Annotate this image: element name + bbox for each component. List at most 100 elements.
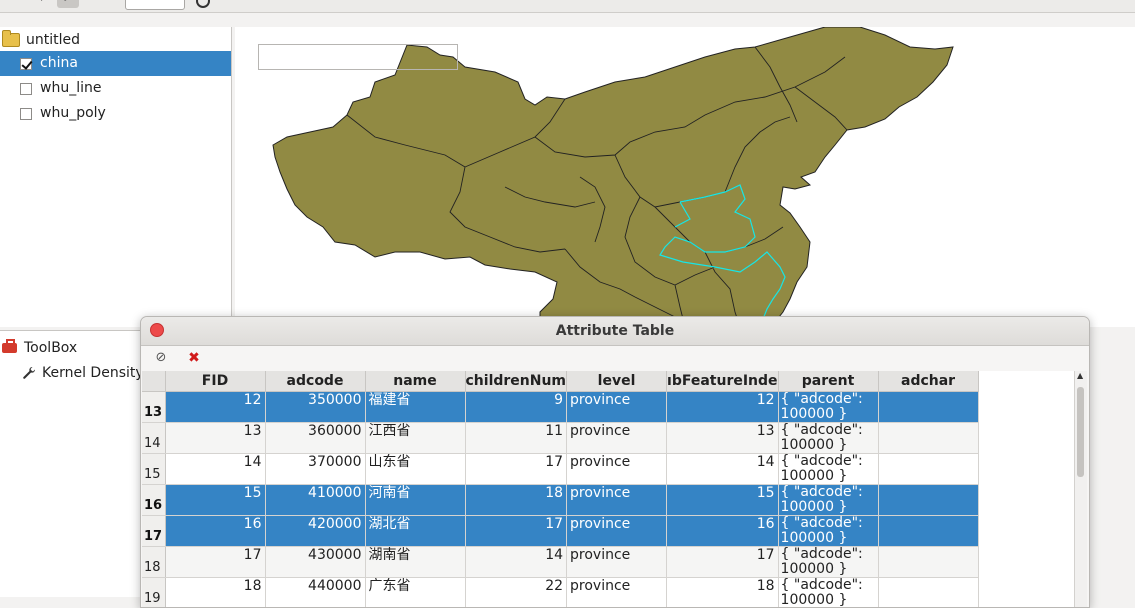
- row-header[interactable]: 15: [142, 453, 166, 485]
- pan-tool-icon[interactable]: ➤: [57, 0, 79, 8]
- refresh-icon[interactable]: [196, 0, 210, 8]
- cell-parent[interactable]: { "adcode": 100000 }: [778, 422, 879, 454]
- cell-adcode[interactable]: 420000: [265, 515, 366, 547]
- cell-level[interactable]: province: [566, 453, 668, 485]
- table-row[interactable]: 15 14 370000 山东省 17 province 14 { "adcod…: [142, 453, 979, 485]
- cell-adchar[interactable]: [878, 453, 979, 485]
- cell-adcode[interactable]: 440000: [265, 577, 366, 607]
- clear-selection-icon[interactable]: ⊘: [151, 348, 171, 368]
- cell-childrennum[interactable]: 11: [465, 422, 568, 454]
- scale-input[interactable]: [125, 0, 185, 10]
- cell-name[interactable]: 河南省: [365, 484, 466, 516]
- column-header-name[interactable]: name: [365, 371, 466, 392]
- cell-name[interactable]: 福建省: [365, 391, 466, 423]
- cell-subfeatureindex[interactable]: 14: [666, 453, 779, 485]
- close-window-button[interactable]: [150, 323, 164, 337]
- cell-fid[interactable]: 17: [165, 546, 266, 578]
- cell-adchar[interactable]: [878, 546, 979, 578]
- cell-adchar[interactable]: [878, 515, 979, 547]
- cell-fid[interactable]: 15: [165, 484, 266, 516]
- cell-level[interactable]: province: [566, 515, 668, 547]
- column-header-level[interactable]: level: [566, 371, 668, 392]
- cell-subfeatureindex[interactable]: 15: [666, 484, 779, 516]
- cell-subfeatureindex[interactable]: 12: [666, 391, 779, 423]
- scrollbar-thumb[interactable]: [1077, 387, 1084, 477]
- cell-fid[interactable]: 16: [165, 515, 266, 547]
- column-header-subfeatureindex[interactable]: ıbFeatureInde: [666, 371, 779, 392]
- cell-subfeatureindex[interactable]: 13: [666, 422, 779, 454]
- cell-level[interactable]: province: [566, 484, 668, 516]
- layer-visibility-checkbox[interactable]: [20, 57, 32, 70]
- tool-item-kernel-density[interactable]: Kernel Density: [22, 361, 144, 385]
- row-header[interactable]: 16: [142, 484, 166, 516]
- toolbox-root[interactable]: ToolBox: [2, 336, 77, 360]
- window-titlebar[interactable]: Attribute Table: [141, 317, 1089, 346]
- cell-name[interactable]: 山东省: [365, 453, 466, 485]
- cell-fid[interactable]: 12: [165, 391, 266, 423]
- cell-parent[interactable]: { "adcode": 100000 }: [778, 453, 879, 485]
- map-overview-box[interactable]: [258, 44, 458, 70]
- scroll-up-icon[interactable]: ▲: [1077, 371, 1083, 380]
- column-header-parent[interactable]: parent: [778, 371, 879, 392]
- column-header-childrennum[interactable]: childrenNum: [465, 371, 568, 392]
- column-header-fid[interactable]: FID: [165, 371, 266, 392]
- cell-parent[interactable]: { "adcode": 100000 }: [778, 546, 879, 578]
- cell-adcode[interactable]: 430000: [265, 546, 366, 578]
- cell-fid[interactable]: 13: [165, 422, 266, 454]
- layer-visibility-checkbox[interactable]: [20, 82, 32, 95]
- layer-item-china[interactable]: china: [0, 51, 231, 76]
- cell-parent[interactable]: { "adcode": 100000 }: [778, 515, 879, 547]
- cell-childrennum[interactable]: 14: [465, 546, 568, 578]
- cell-level[interactable]: province: [566, 577, 668, 607]
- column-header-adchar[interactable]: adchar: [878, 371, 979, 392]
- cell-fid[interactable]: 14: [165, 453, 266, 485]
- layer-tree-root[interactable]: untitled: [0, 29, 80, 51]
- cell-name[interactable]: 广东省: [365, 577, 466, 607]
- cell-parent[interactable]: { "adcode": 100000 }: [778, 577, 879, 607]
- cell-name[interactable]: 湖南省: [365, 546, 466, 578]
- vertical-scrollbar[interactable]: ▲: [1074, 371, 1087, 607]
- cell-adchar[interactable]: [878, 422, 979, 454]
- table-row[interactable]: 13 12 350000 福建省 9 province 12 { "adcode…: [142, 391, 979, 423]
- table-row[interactable]: 14 13 360000 江西省 11 province 13 { "adcod…: [142, 422, 979, 454]
- layer-item-whu-line[interactable]: whu_line: [0, 76, 231, 101]
- delete-feature-icon[interactable]: ✖: [184, 348, 204, 368]
- cell-adchar[interactable]: [878, 484, 979, 516]
- cell-parent[interactable]: { "adcode": 100000 }: [778, 391, 879, 423]
- cell-level[interactable]: province: [566, 422, 668, 454]
- row-header[interactable]: 14: [142, 422, 166, 454]
- table-row[interactable]: 18 17 430000 湖南省 14 province 17 { "adcod…: [142, 546, 979, 578]
- cell-childrennum[interactable]: 17: [465, 515, 568, 547]
- table-row[interactable]: 16 15 410000 河南省 18 province 15 { "adcod…: [142, 484, 979, 516]
- cell-adchar[interactable]: [878, 577, 979, 607]
- map-canvas[interactable]: [235, 27, 1135, 327]
- corner-cell[interactable]: [142, 371, 166, 392]
- cell-level[interactable]: province: [566, 546, 668, 578]
- cell-childrennum[interactable]: 22: [465, 577, 568, 607]
- select-tool-icon[interactable]: ↖: [28, 0, 50, 8]
- layer-visibility-checkbox[interactable]: [20, 107, 32, 120]
- cell-name[interactable]: 湖北省: [365, 515, 466, 547]
- cell-subfeatureindex[interactable]: 18: [666, 577, 779, 607]
- china-map[interactable]: [235, 27, 1135, 327]
- cell-adcode[interactable]: 360000: [265, 422, 366, 454]
- row-header[interactable]: 18: [142, 546, 166, 578]
- cell-adcode[interactable]: 370000: [265, 453, 366, 485]
- cell-subfeatureindex[interactable]: 16: [666, 515, 779, 547]
- table-row[interactable]: 17 16 420000 湖北省 17 province 16 { "adcod…: [142, 515, 979, 547]
- cell-childrennum[interactable]: 9: [465, 391, 568, 423]
- cell-adcode[interactable]: 350000: [265, 391, 366, 423]
- cell-level[interactable]: province: [566, 391, 668, 423]
- cell-adchar[interactable]: [878, 391, 979, 423]
- cell-parent[interactable]: { "adcode": 100000 }: [778, 484, 879, 516]
- table-row[interactable]: 19 18 440000 广东省 22 province 18 { "adcod…: [142, 577, 979, 607]
- row-header[interactable]: 13: [142, 391, 166, 423]
- cell-childrennum[interactable]: 18: [465, 484, 568, 516]
- column-header-adcode[interactable]: adcode: [265, 371, 366, 392]
- cell-name[interactable]: 江西省: [365, 422, 466, 454]
- layer-item-whu-poly[interactable]: whu_poly: [0, 101, 231, 126]
- row-header[interactable]: 17: [142, 515, 166, 547]
- identify-tool-icon[interactable]: ⌖: [88, 0, 110, 8]
- cell-fid[interactable]: 18: [165, 577, 266, 607]
- cell-childrennum[interactable]: 17: [465, 453, 568, 485]
